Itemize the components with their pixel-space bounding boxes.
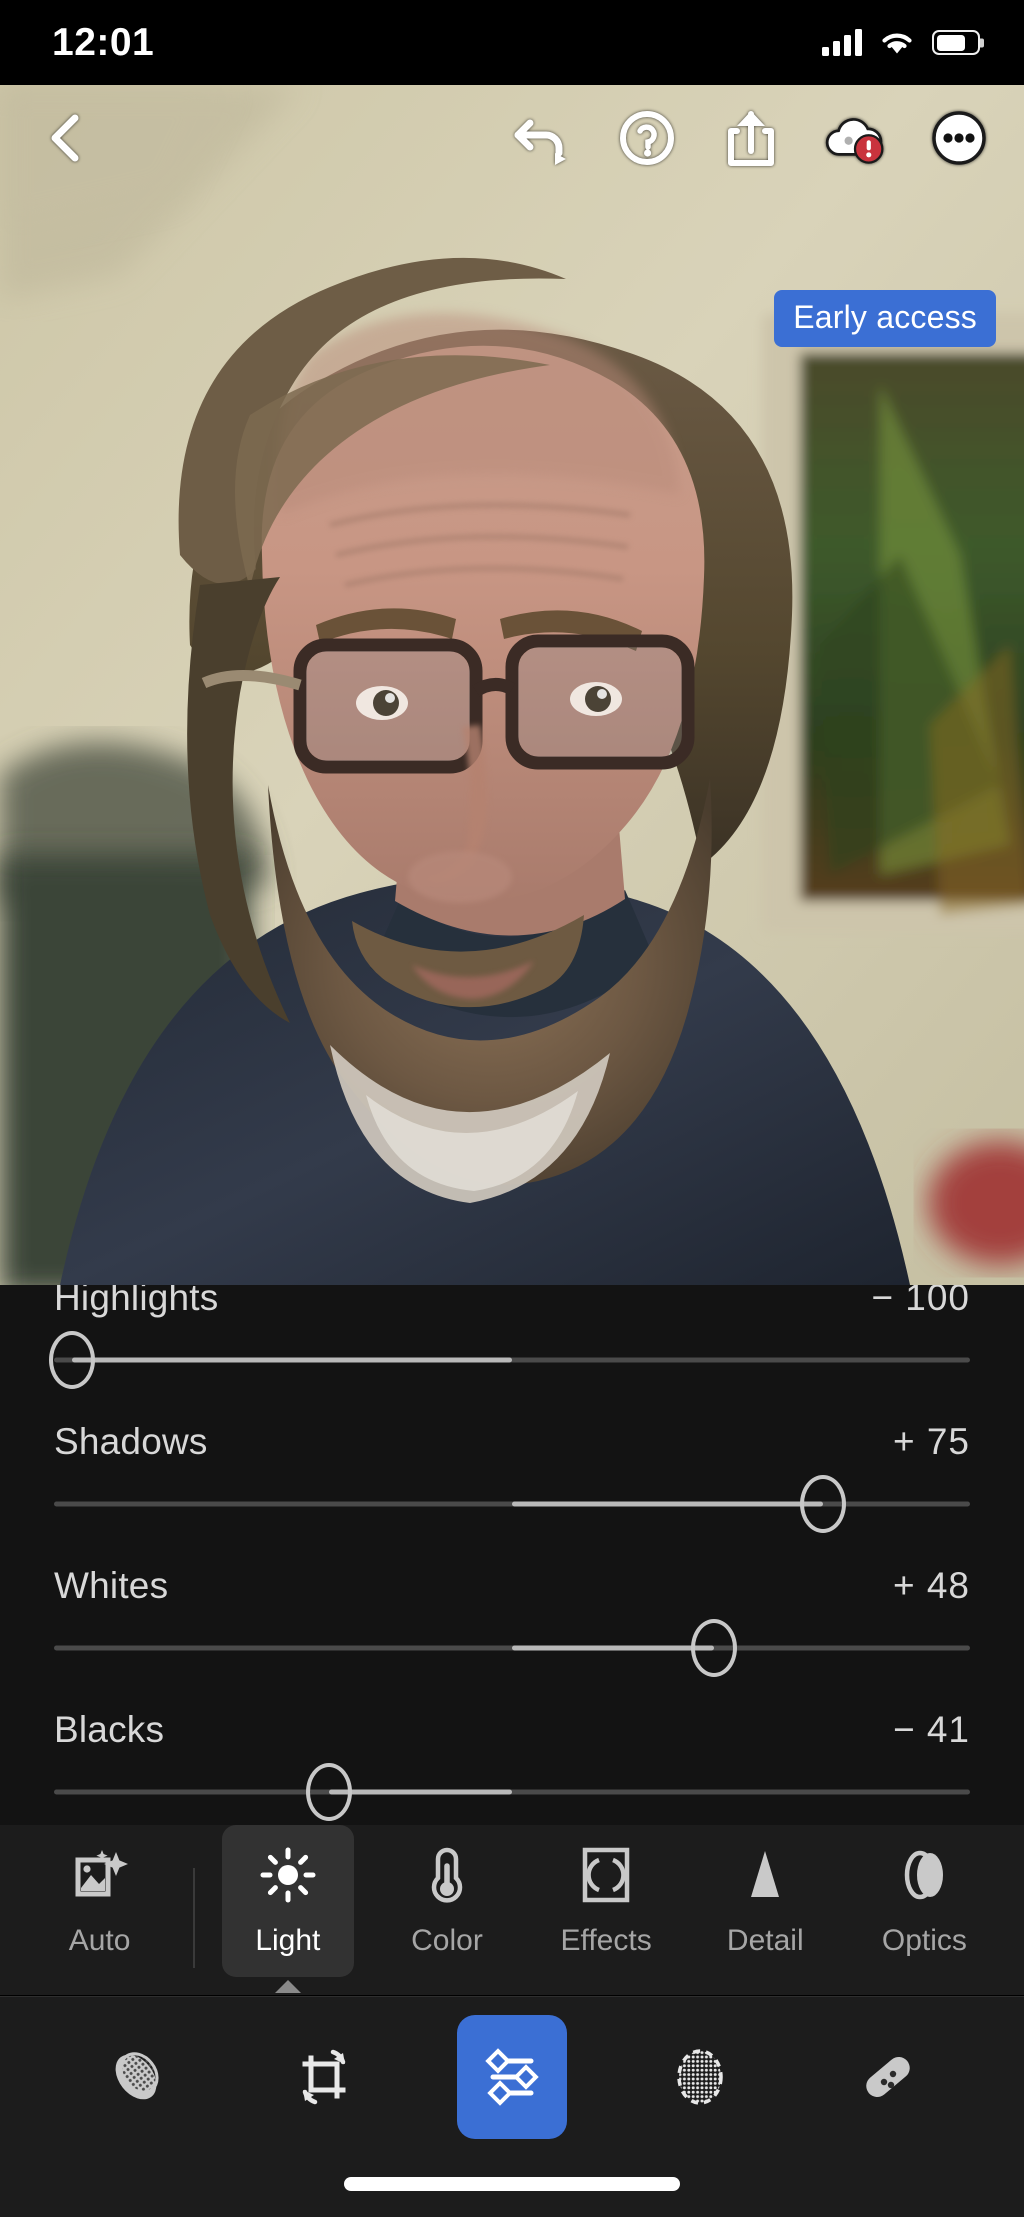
cellular-signal-icon [822,28,862,56]
early-access-badge[interactable]: Early access [774,290,996,347]
bottom-tool-row [0,1997,1024,2139]
presets-icon [115,2052,159,2100]
slider-handle[interactable] [690,1619,737,1677]
wifi-icon [882,33,912,54]
masking-button[interactable] [645,2015,755,2139]
tab-auto[interactable]: Auto [34,1825,166,1977]
undo-icon [514,119,566,165]
share-icon [728,110,774,166]
edit-category-tabbar: Auto Light Color Effects Detail Optics [0,1825,1024,1995]
slider-value: + 75 [892,1421,970,1462]
lightroom-edit-screen: 12:01 Early access Highlights − 100 Shad… [0,0,1024,2217]
edit-sliders-button[interactable] [457,2015,567,2139]
more-options-button[interactable] [928,107,990,169]
tab-color[interactable]: Color [381,1825,513,1977]
slider-header: Highlights − 100 [54,1285,970,1319]
tab-label: Color [411,1924,483,1957]
help-button[interactable] [616,107,678,169]
thermometer-icon [427,1846,467,1904]
slider-value: − 41 [892,1709,970,1750]
portrait-photo [0,85,1024,1285]
status-bar: 12:01 [0,0,1024,85]
slider-handle[interactable] [305,1763,352,1821]
slider-label: Highlights [54,1285,219,1318]
presets-button[interactable] [81,2015,191,2139]
back-button[interactable] [34,107,96,169]
slider-label: Blacks [54,1709,165,1750]
detail-triangle-icon [741,1846,789,1904]
slider-label: Whites [54,1565,169,1606]
undo-button[interactable] [512,107,574,169]
top-toolbar [0,85,1024,190]
help-icon [620,110,674,165]
slider-header: Shadows + 75 [54,1401,970,1463]
healing-brush-button[interactable] [833,2015,943,2139]
share-button[interactable] [720,107,782,169]
cloud-error-icon [825,117,884,164]
slider-whites[interactable]: Whites + 48 [54,1545,970,1689]
slider-fill [72,1357,512,1363]
auto-enhance-icon [72,1846,128,1904]
masking-icon [677,2049,723,2105]
bottom-tool-bar [0,1996,1024,2217]
slider-shadows[interactable]: Shadows + 75 [54,1401,970,1545]
status-time: 12:01 [52,20,155,64]
edit-sliders-icon [485,2048,539,2106]
tab-detail[interactable]: Detail [699,1825,831,1977]
home-indicator [344,2177,680,2191]
slider-handle[interactable] [800,1475,847,1533]
slider-blacks[interactable]: Blacks − 41 [54,1689,970,1825]
tab-light[interactable]: Light [221,1825,354,1993]
battery-icon [932,30,980,55]
slider-track-area[interactable] [49,1319,970,1401]
back-chevron-icon[interactable] [34,107,96,169]
slider-track-area[interactable] [54,1607,970,1689]
tab-label: Light [255,1924,321,1957]
slider-value: − 100 [871,1285,970,1318]
slider-fill [512,1645,714,1651]
tab-label: Detail [726,1924,804,1957]
tab-label: Optics [881,1924,967,1957]
effects-frame-icon [581,1846,631,1904]
cloud-status-button[interactable] [824,107,886,169]
slider-header: Blacks − 41 [54,1689,970,1751]
selected-tab-caret [274,1980,301,1993]
slider-track [54,1789,970,1795]
slider-track-area[interactable] [54,1751,970,1825]
slider-handle[interactable] [49,1331,96,1389]
slider-fill [512,1501,824,1507]
photo-canvas[interactable] [0,85,1024,1285]
slider-value: + 48 [892,1565,970,1606]
slider-fill [328,1789,512,1795]
tab-label: Auto [68,1924,131,1957]
crop-rotate-icon [302,2049,346,2105]
slider-label: Shadows [54,1421,208,1462]
light-adjustments-panel: Highlights − 100 Shadows + 75 Whites + 4… [0,1285,1024,1825]
tab-effects[interactable]: Effects [540,1825,672,1977]
status-indicators [822,28,980,56]
sun-icon [260,1846,316,1904]
healing-brush-icon [866,2057,910,2097]
crop-rotate-button[interactable] [269,2015,379,2139]
slider-header: Whites + 48 [54,1545,970,1607]
tab-label: Effects [560,1924,652,1957]
tab-optics[interactable]: Optics [858,1825,990,1977]
lens-icon [896,1846,952,1904]
tab-divider [192,1868,195,1968]
toolbar-actions [512,107,990,169]
slider-highlights[interactable]: Highlights − 100 [49,1285,970,1401]
slider-track-area[interactable] [54,1463,970,1545]
more-options-icon [932,110,986,165]
